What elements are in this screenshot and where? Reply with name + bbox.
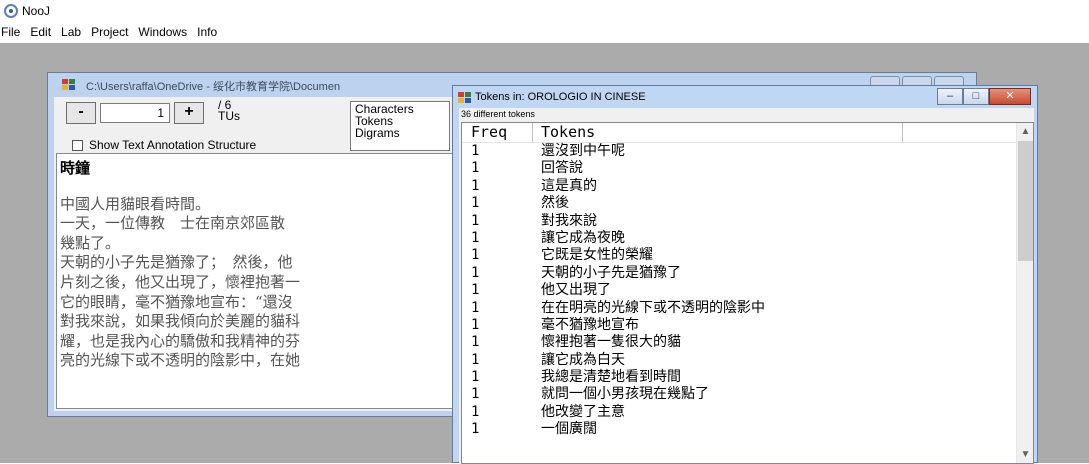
token-text: 它既是女性的榮耀	[541, 247, 653, 264]
vertical-scrollbar[interactable]: ▲ ▼	[1016, 123, 1033, 463]
menu-lab[interactable]: Lab	[56, 24, 86, 42]
token-freq: 1	[471, 351, 480, 368]
tu-total: / 6 TUs	[218, 99, 240, 123]
menu-bar: File Edit Lab Project Windows Info	[0, 24, 222, 42]
column-header-tokens[interactable]: Tokens	[533, 123, 903, 142]
token-text: 天朝的小子先是猶豫了	[541, 264, 681, 281]
token-text: 懷裡抱著一隻很大的貓	[541, 334, 681, 351]
token-row[interactable]: 1 懷裡抱著一隻很大的貓	[462, 334, 1016, 351]
token-text: 毫不猶豫地宣布	[541, 316, 639, 333]
nooj-logo-icon	[4, 4, 18, 18]
view-option-digrams[interactable]: Digrams	[355, 127, 449, 139]
token-row[interactable]: 1 讓它成為夜晚	[462, 230, 1016, 247]
maximize-button[interactable]: □	[963, 88, 989, 105]
token-freq: 1	[471, 264, 480, 281]
close-button[interactable]: ✕	[989, 88, 1031, 105]
token-text: 讓它成為白天	[541, 351, 625, 368]
token-freq: 1	[471, 386, 480, 403]
menu-windows[interactable]: Windows	[133, 24, 192, 42]
token-freq: 1	[471, 229, 480, 246]
token-row[interactable]: 1 我總是清楚地看到時間	[462, 369, 1016, 386]
app-title: NooJ	[22, 4, 51, 18]
token-freq: 1	[471, 334, 480, 351]
token-row[interactable]: 1 他又出現了	[462, 282, 1016, 299]
token-row[interactable]: 1 對我來說	[462, 213, 1016, 230]
token-text: 這是真的	[541, 177, 597, 194]
token-row[interactable]: 1 他改變了主意	[462, 404, 1016, 421]
token-text: 我總是清楚地看到時間	[541, 369, 681, 386]
menu-info[interactable]: Info	[192, 24, 222, 42]
window-app-icon	[458, 92, 472, 104]
scroll-thumb[interactable]	[1018, 141, 1033, 261]
token-row[interactable]: 1 回答說	[462, 160, 1016, 177]
token-row[interactable]: 1 在在明亮的光線下或不透明的陰影中	[462, 300, 1016, 317]
token-text: 回答說	[541, 160, 583, 177]
tokens-window[interactable]: Tokens in: OROLOGIO IN CINESE – □ ✕ 36 d…	[452, 85, 1038, 464]
tokens-window-titlebar[interactable]: Tokens in: OROLOGIO IN CINESE – □ ✕	[453, 86, 1037, 108]
token-freq: 1	[471, 177, 480, 194]
token-text: 一個廣闊	[541, 421, 597, 438]
token-freq: 1	[471, 212, 480, 229]
text-window-title: C:\Users\raffa\OneDrive - 绥化市教育学院\Docume…	[86, 81, 341, 93]
window-app-icon	[62, 79, 76, 91]
token-text: 他改變了主意	[541, 403, 625, 420]
view-mode-list[interactable]: Characters Tokens Digrams	[350, 101, 450, 151]
token-freq: 1	[471, 369, 480, 386]
token-row[interactable]: 1 它既是女性的榮耀	[462, 247, 1016, 264]
show-annotation-label: Show Text Annotation Structure	[89, 138, 257, 152]
token-freq: 1	[471, 160, 480, 177]
menu-file[interactable]: File	[0, 24, 25, 42]
token-freq: 1	[471, 316, 480, 333]
token-row[interactable]: 1 一個廣闊	[462, 421, 1016, 438]
token-row[interactable]: 1 然後	[462, 195, 1016, 212]
token-row[interactable]: 1 讓它成為白天	[462, 352, 1016, 369]
token-row[interactable]: 1 這是真的	[462, 178, 1016, 195]
token-freq: 1	[471, 143, 480, 159]
tokens-window-title: Tokens in: OROLOGIO IN CINESE	[475, 91, 646, 103]
token-row[interactable]: 1 毫不猶豫地宣布	[462, 317, 1016, 334]
token-freq: 1	[471, 282, 480, 299]
token-text: 對我來說	[541, 212, 597, 229]
checkbox-box[interactable]	[72, 139, 83, 151]
tokens-window-controls: – □ ✕	[937, 88, 1031, 105]
tokens-window-body: 36 different tokens Freq Tokens 1 還沒到中午呢 1…	[459, 108, 1034, 464]
token-text: 讓它成為夜晚	[541, 229, 625, 246]
token-text: 然後	[541, 195, 569, 212]
token-row[interactable]: 1 天朝的小子先是猶豫了	[462, 265, 1016, 282]
token-text: 他又出現了	[541, 282, 611, 299]
tokens-list-header: Freq Tokens	[462, 123, 1016, 143]
token-row[interactable]: 1 還沒到中午呢	[462, 143, 1016, 160]
column-header-freq[interactable]: Freq	[462, 123, 533, 142]
next-tu-button[interactable]: +	[174, 102, 204, 124]
tokens-rows: 1 還沒到中午呢 1 回答說 1 這是真的 1 然後 1 對我來說 1 讓它成為夜晚 1 它既是女性的榮耀…	[462, 143, 1016, 439]
scroll-up-icon[interactable]: ▲	[1017, 123, 1033, 140]
token-freq: 1	[471, 195, 480, 212]
tokens-list-view[interactable]: Freq Tokens 1 還沒到中午呢 1 回答說 1 這是真的 1 然後 1 對我來說 1 讓它成…	[461, 122, 1034, 464]
show-annotation-checkbox[interactable]: Show Text Annotation Structure	[72, 138, 256, 152]
token-text: 就問一個小男孩現在幾點了	[541, 386, 709, 403]
scroll-down-icon[interactable]: ▼	[1017, 446, 1033, 463]
token-row[interactable]: 1 就問一個小男孩現在幾點了	[462, 386, 1016, 403]
token-freq: 1	[471, 421, 480, 438]
token-freq: 1	[471, 403, 480, 420]
tu-number-input[interactable]: 1	[100, 103, 170, 123]
tokens-count-label: 36 different tokens	[461, 109, 535, 119]
token-text: 還沒到中午呢	[541, 143, 625, 159]
menu-edit[interactable]: Edit	[25, 24, 56, 42]
menu-project[interactable]: Project	[86, 24, 133, 42]
token-freq: 1	[471, 299, 480, 316]
previous-tu-button[interactable]: -	[66, 102, 96, 124]
token-text: 在在明亮的光線下或不透明的陰影中	[541, 299, 765, 316]
minimize-button[interactable]: –	[937, 88, 963, 105]
app-titlebar: NooJ	[0, 0, 1089, 22]
tu-total-unit: TUs	[218, 109, 240, 123]
token-freq: 1	[471, 247, 480, 264]
